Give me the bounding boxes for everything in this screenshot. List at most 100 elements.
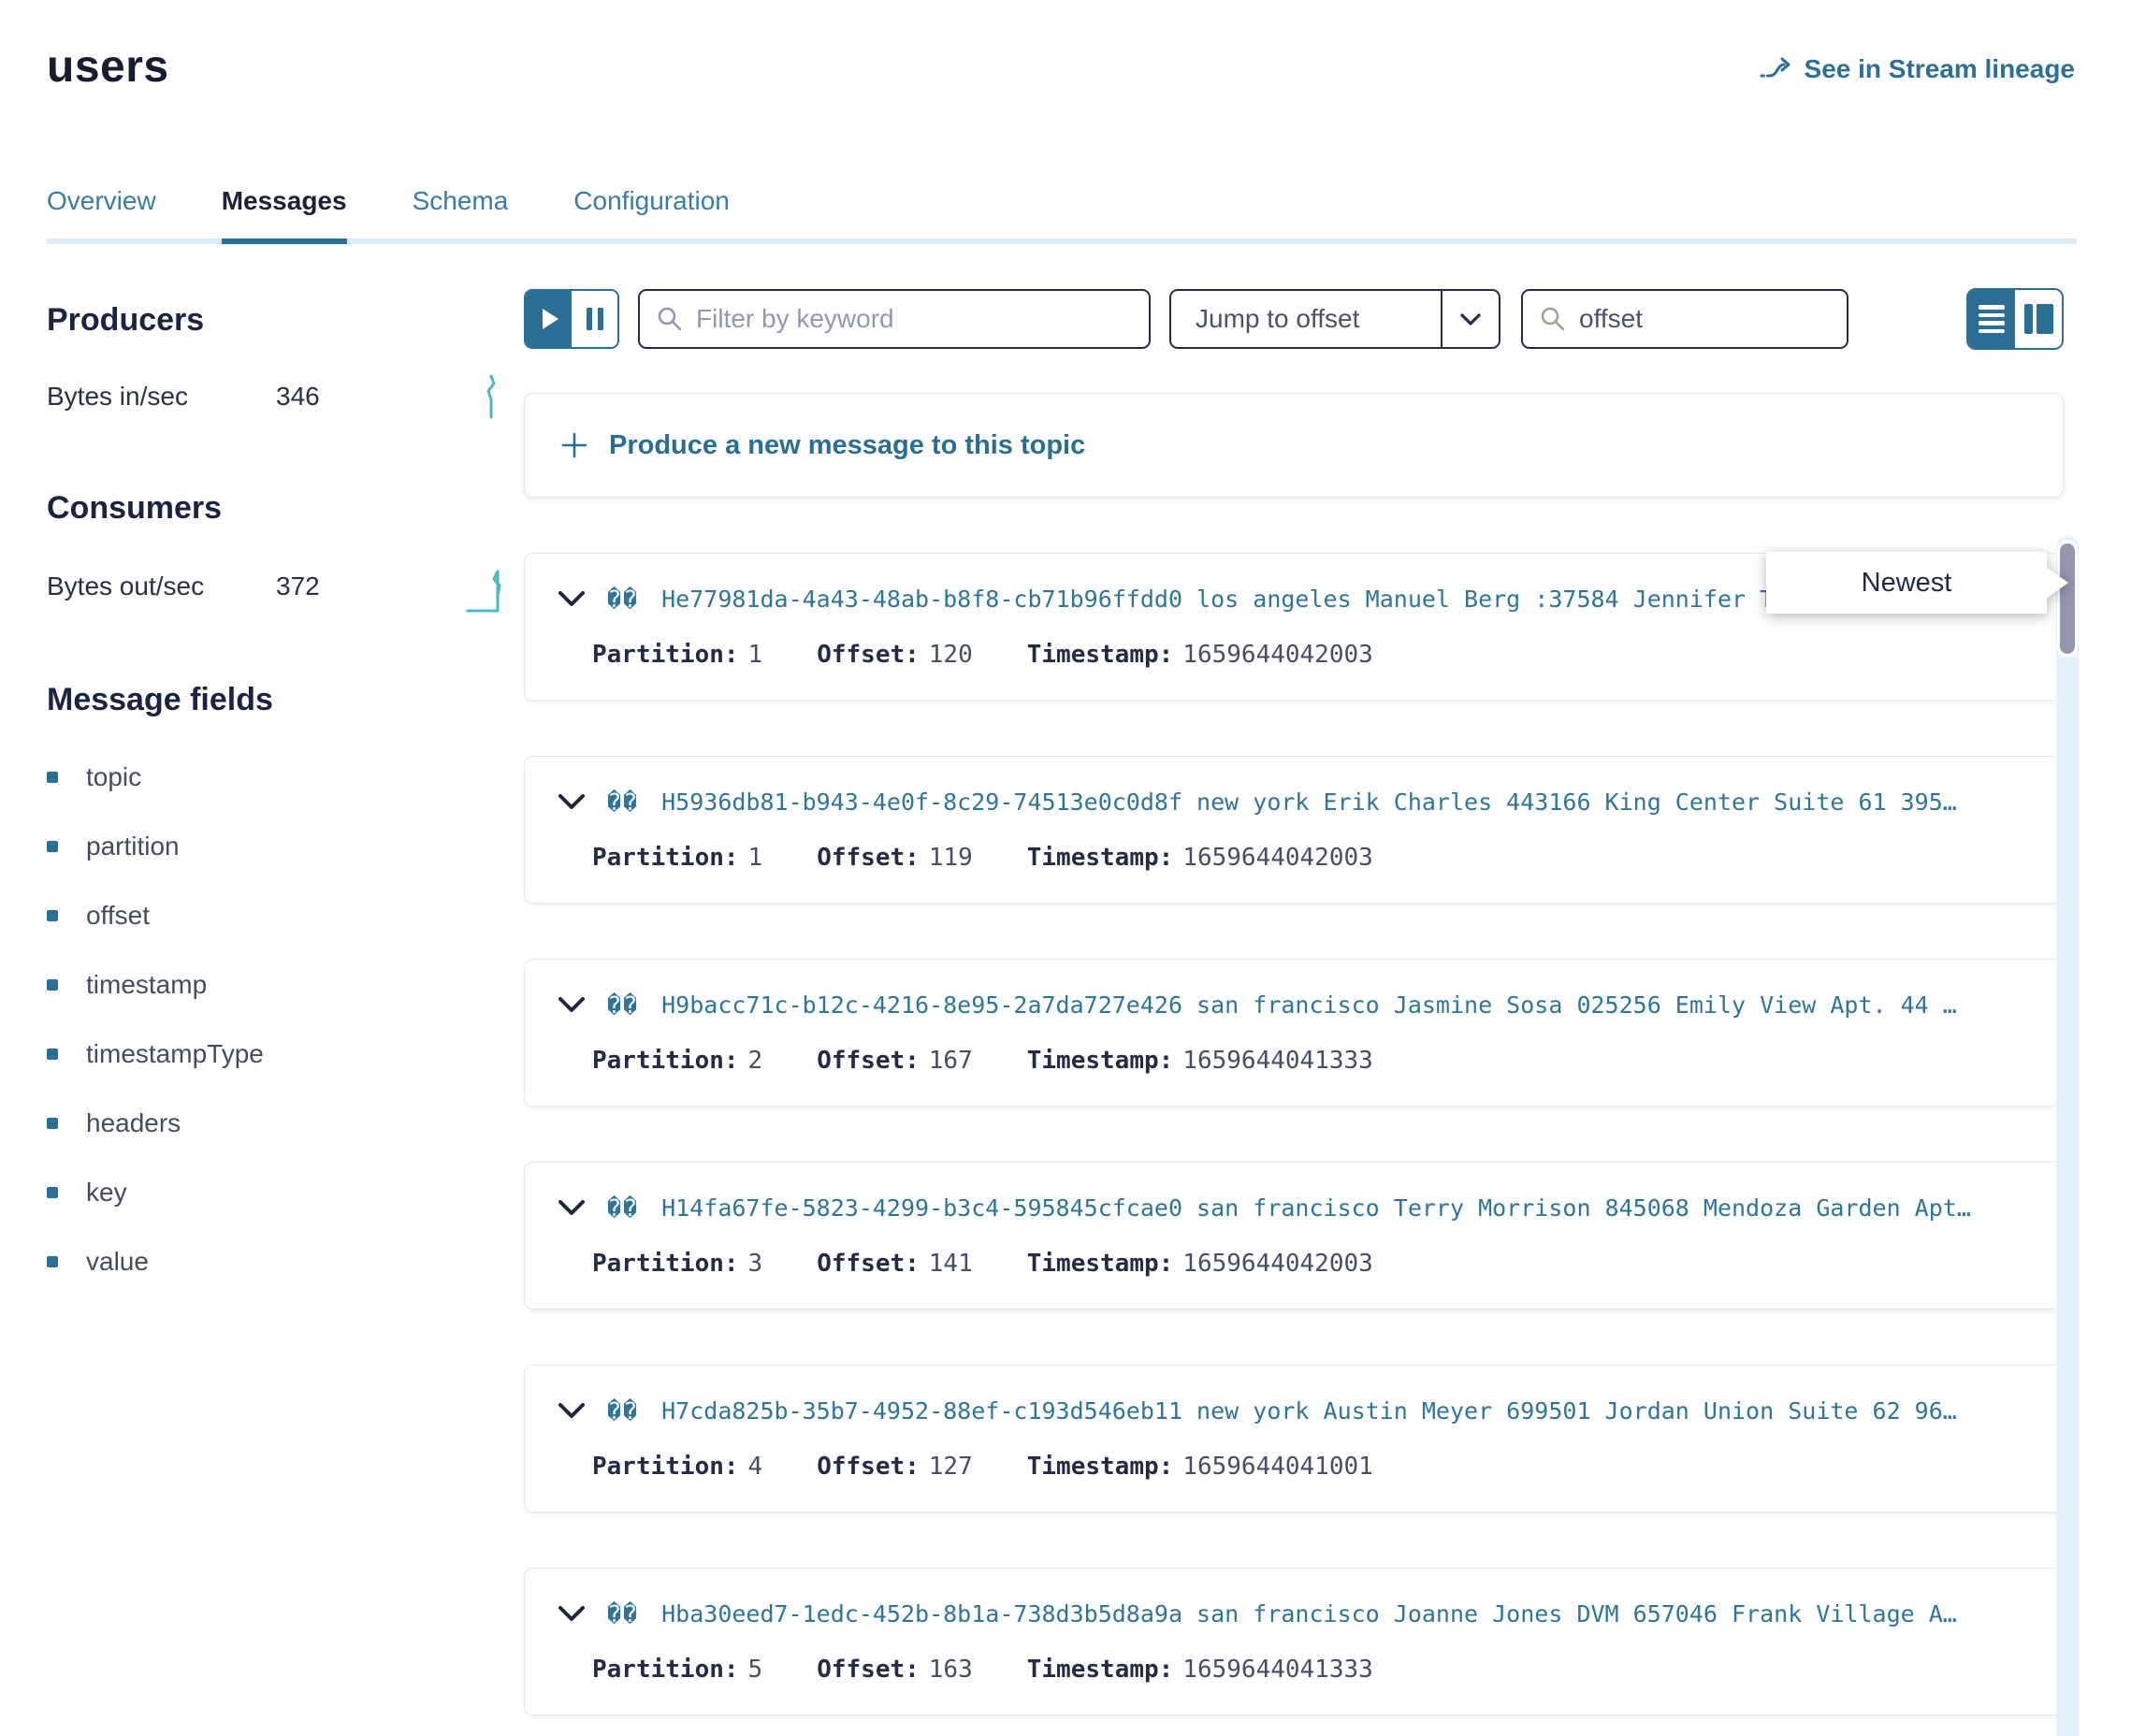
timestamp-value: 1659644041333 [1182,1047,1373,1075]
consumers-heading: Consumers [47,490,524,527]
message-summary: H14fa67fe-5823-4299-b3c4-595845cfcae0 sa… [661,1194,1971,1222]
split-view-icon [2024,304,2053,334]
produce-button-label: Produce a new message to this topic [609,430,1085,461]
messages-toolbar: Jump to offset [524,288,2064,350]
undecodable-bytes: �� [607,586,639,613]
list-view-icon [1979,305,2005,333]
offset-value: 120 [929,641,973,669]
message-fields-list: topic partition offset timestamp timesta… [47,762,524,1277]
consumers-section: Consumers Bytes out/sec 372 [47,490,524,615]
pause-icon [587,308,603,330]
plus-icon [560,431,588,459]
undecodable-bytes: �� [607,991,639,1019]
message-row[interactable]: �� H14fa67fe-5823-4299-b3c4-595845cfcae0… [524,1162,2064,1309]
split-view-button[interactable] [2015,290,2062,348]
message-fields-section: Message fields topic partition offset ti… [47,682,524,1277]
search-icon [1540,306,1566,332]
undecodable-bytes: �� [607,1397,639,1425]
bytes-in-sparkline [471,370,513,423]
offset-search-input[interactable] [1579,304,1917,334]
jump-select-value: Jump to offset [1171,291,1441,347]
bytes-in-metric: Bytes in/sec 346 [47,370,524,423]
expand-chevron-icon[interactable] [558,1200,585,1217]
view-mode-toggle [1966,288,2064,350]
message-meta: Partition:5 Offset:163 Timestamp:1659644… [558,1656,2035,1684]
field-item-topic[interactable]: topic [47,762,524,792]
offset-search [1521,289,1848,349]
message-summary: He77981da-4a43-48ab-b8f8-cb71b96ffdd0 lo… [661,586,1858,613]
sidebar: Producers Bytes in/sec 346 Consumers Byt… [0,244,524,1316]
bytes-in-label: Bytes in/sec [47,382,276,412]
topic-messages-page: users See in Stream lineage Overview Mes… [0,0,2131,1736]
bytes-out-sparkline [466,558,513,615]
field-bullet-icon [47,772,58,783]
message-row[interactable]: �� Hba30eed7-1edc-452b-8b1a-738d3b5d8a9a… [524,1568,2064,1715]
message-summary: Hba30eed7-1edc-452b-8b1a-738d3b5d8a9a sa… [661,1600,1957,1628]
offset-value: 119 [929,844,973,872]
partition-value: 3 [748,1250,763,1278]
message-meta: Partition:1 Offset:120 Timestamp:1659644… [558,641,2035,669]
keyword-filter-input[interactable] [696,304,1132,334]
list-view-button[interactable] [1968,290,2015,348]
field-item-timestampType[interactable]: timestampType [47,1039,524,1069]
message-row[interactable]: �� H9bacc71c-b12c-4216-8e95-2a7da727e426… [524,959,2064,1107]
producers-heading: Producers [47,302,524,339]
field-bullet-icon [47,1118,58,1129]
field-bullet-icon [47,1187,58,1198]
field-item-timestamp[interactable]: timestamp [47,970,524,1000]
message-fields-heading: Message fields [47,682,524,718]
bytes-out-value: 372 [276,571,398,601]
message-summary: H5936db81-b943-4e0f-8c29-74513e0c0d8f ne… [661,788,1957,816]
partition-value: 2 [748,1047,763,1075]
partition-value: 4 [748,1453,763,1481]
timestamp-value: 1659644041001 [1182,1453,1373,1481]
timestamp-value: 1659644042003 [1182,844,1373,872]
field-item-value[interactable]: value [47,1247,524,1277]
tab-bar: Overview Messages Schema Configuration [47,186,2077,244]
message-meta: Partition:2 Offset:167 Timestamp:1659644… [558,1047,2035,1075]
expand-chevron-icon[interactable] [558,794,585,811]
field-item-offset[interactable]: offset [47,901,524,931]
play-icon [543,309,558,329]
undecodable-bytes: �� [607,1600,639,1628]
field-bullet-icon [47,841,58,852]
partition-value: 5 [748,1656,763,1684]
timestamp-value: 1659644042003 [1182,1250,1373,1278]
message-row[interactable]: �� H7cda825b-35b7-4952-88ef-c193d546eb11… [524,1365,2064,1512]
offset-value: 167 [929,1047,973,1075]
play-button[interactable] [526,291,572,347]
tab-overview[interactable]: Overview [47,186,156,244]
stream-lineage-link[interactable]: See in Stream lineage [1760,54,2075,84]
messages-panel: Jump to offset [524,244,2064,1715]
field-item-partition[interactable]: partition [47,832,524,861]
tab-schema[interactable]: Schema [413,186,509,244]
scrollbar-track[interactable] [2056,536,2079,1736]
expand-chevron-icon[interactable] [558,1403,585,1420]
expand-chevron-icon[interactable] [558,591,585,608]
message-meta: Partition:4 Offset:127 Timestamp:1659644… [558,1453,2035,1481]
partition-value: 1 [748,844,763,872]
expand-chevron-icon[interactable] [558,997,585,1014]
produce-message-button[interactable]: Produce a new message to this topic [524,393,2064,498]
lineage-arrow-icon [1760,56,1793,82]
timestamp-value: 1659644041333 [1182,1656,1373,1684]
newest-tooltip: Newest [1766,552,2047,614]
expand-chevron-icon[interactable] [558,1606,585,1623]
tab-configuration[interactable]: Configuration [573,186,730,244]
message-meta: Partition:1 Offset:119 Timestamp:1659644… [558,844,2035,872]
tab-messages[interactable]: Messages [222,186,347,244]
field-bullet-icon [47,979,58,991]
page-header: users See in Stream lineage [0,0,2131,93]
message-summary: H7cda825b-35b7-4952-88ef-c193d546eb11 ne… [661,1397,1957,1425]
content-area: Producers Bytes in/sec 346 Consumers Byt… [0,244,2131,1715]
jump-to-offset-select[interactable]: Jump to offset [1169,289,1500,349]
message-row[interactable]: �� H5936db81-b943-4e0f-8c29-74513e0c0d8f… [524,756,2064,904]
pause-button[interactable] [572,291,617,347]
field-item-headers[interactable]: headers [47,1108,524,1138]
field-item-key[interactable]: key [47,1178,524,1208]
scrollbar-thumb[interactable] [2060,543,2075,654]
message-meta: Partition:3 Offset:141 Timestamp:1659644… [558,1250,2035,1278]
scrollbar-thumb-wrap [2057,540,2078,658]
timestamp-value: 1659644042003 [1182,641,1373,669]
partition-value: 1 [748,641,763,669]
